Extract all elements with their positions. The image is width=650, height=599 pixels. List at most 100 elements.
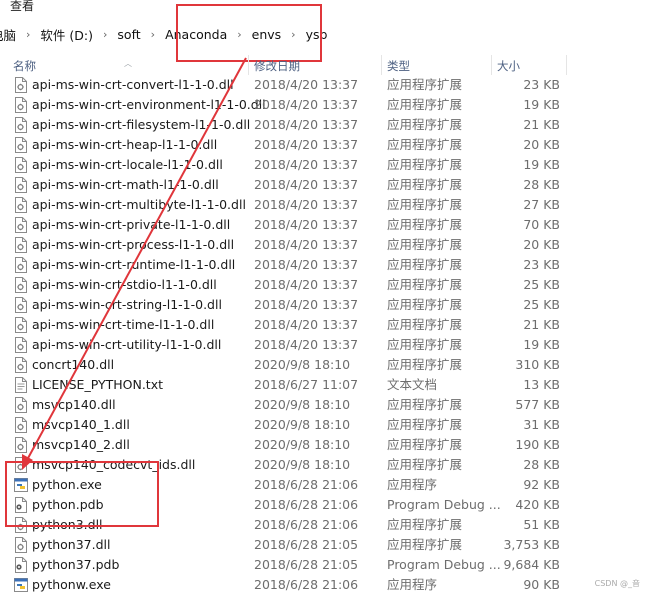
file-type: 应用程序扩展 xyxy=(387,517,463,532)
file-row[interactable]: msvcp140_codecvt_ids.dll 2020/9/8 18:10 应用… xyxy=(0,455,650,475)
column-header-name[interactable]: 名称 xyxy=(13,58,36,74)
file-row[interactable]: api-ms-win-crt-time-l1-1-0.dll 2018/4/20 … xyxy=(0,315,650,335)
file-name: api-ms-win-crt-stdio-l1-1-0.dll xyxy=(32,277,217,292)
file-row[interactable]: python.pdb 2018/6/28 21:06 Program Debug .… xyxy=(0,495,650,515)
file-row[interactable]: api-ms-win-crt-math-l1-1-0.dll 2018/4/20 … xyxy=(0,175,650,195)
file-row[interactable]: python37.dll 2018/6/28 21:05 应用程序扩展 3,753 K… xyxy=(0,535,650,555)
file-modified-date: 2020/9/8 18:10 xyxy=(254,357,351,372)
file-modified-date: 2018/6/28 21:06 xyxy=(254,497,359,512)
file-row[interactable]: api-ms-win-crt-utility-l1-1-0.dll 2018/4/… xyxy=(0,335,650,355)
dll-file-icon xyxy=(14,317,28,333)
file-row[interactable]: msvcp140_2.dll 2020/9/8 18:10 应用程序扩展 190 KB xyxy=(0,435,650,455)
file-row[interactable]: api-ms-win-crt-filesystem-l1-1-0.dll 2018… xyxy=(0,115,650,135)
chevron-right-icon: › xyxy=(237,27,242,41)
file-name: msvcp140_1.dll xyxy=(32,417,130,432)
file-size: 3,753 KB xyxy=(503,537,560,552)
file-type: Program Debug ... xyxy=(387,497,501,512)
breadcrumb-envs[interactable]: envs xyxy=(249,27,285,42)
file-row[interactable]: api-ms-win-crt-private-l1-1-0.dll 2018/4/… xyxy=(0,215,650,235)
python-exe-icon xyxy=(14,477,28,493)
file-name: api-ms-win-crt-string-l1-1-0.dll xyxy=(32,297,222,312)
column-divider[interactable] xyxy=(566,55,567,75)
dll-file-icon xyxy=(14,237,28,253)
dll-file-icon xyxy=(14,257,28,273)
file-modified-date: 2020/9/8 18:10 xyxy=(254,457,351,472)
file-modified-date: 2018/4/20 13:37 xyxy=(254,97,359,112)
address-bar[interactable]: 电脑 › 软件 (D:) › soft › Anaconda › envs › … xyxy=(0,20,650,48)
breadcrumb-this-pc[interactable]: 电脑 xyxy=(0,25,19,44)
breadcrumb-soft[interactable]: soft xyxy=(114,27,143,42)
breadcrumb-ysp[interactable]: ysp xyxy=(303,27,331,42)
column-header-type[interactable]: 类型 xyxy=(387,58,410,74)
column-header-modified[interactable]: 修改日期 xyxy=(254,58,300,74)
file-row[interactable]: python3.dll 2018/6/28 21:06 应用程序扩展 51 KB xyxy=(0,515,650,535)
dll-file-icon xyxy=(14,457,28,473)
file-name: msvcp140.dll xyxy=(32,397,116,412)
file-name: concrt140.dll xyxy=(32,357,115,372)
dll-file-icon xyxy=(14,397,28,413)
chevron-right-icon: › xyxy=(103,27,108,41)
file-row[interactable]: api-ms-win-crt-heap-l1-1-0.dll 2018/4/20 … xyxy=(0,135,650,155)
file-type: 应用程序扩展 xyxy=(387,457,463,472)
chevron-right-icon: › xyxy=(26,27,31,41)
file-row[interactable]: python37.pdb 2018/6/28 21:05 Program Debug… xyxy=(0,555,650,575)
dll-file-icon xyxy=(14,337,28,353)
file-name: api-ms-win-crt-heap-l1-1-0.dll xyxy=(32,137,218,152)
dll-file-icon xyxy=(14,517,28,533)
file-row[interactable]: api-ms-win-crt-stdio-l1-1-0.dll 2018/4/20… xyxy=(0,275,650,295)
file-modified-date: 2018/4/20 13:37 xyxy=(254,277,359,292)
file-size: 28 KB xyxy=(523,457,560,472)
file-type: 应用程序扩展 xyxy=(387,257,463,272)
file-name: pythonw.exe xyxy=(32,577,111,592)
file-size: 577 KB xyxy=(515,397,560,412)
file-row[interactable]: pythonw.exe 2018/6/28 21:06 应用程序 90 KB xyxy=(0,575,650,595)
file-row[interactable]: api-ms-win-crt-convert-l1-1-0.dll 2018/4/… xyxy=(0,75,650,95)
python-exe-icon xyxy=(14,577,28,593)
file-row[interactable]: python.exe 2018/6/28 21:06 应用程序 92 KB xyxy=(0,475,650,495)
chevron-right-icon: › xyxy=(291,27,296,41)
file-row[interactable]: api-ms-win-crt-string-l1-1-0.dll 2018/4/2… xyxy=(0,295,650,315)
file-modified-date: 2018/4/20 13:37 xyxy=(254,237,359,252)
file-row[interactable]: LICENSE_PYTHON.txt 2018/6/27 11:07 文本文档 13 … xyxy=(0,375,650,395)
file-size: 21 KB xyxy=(523,317,560,332)
file-type: 应用程序扩展 xyxy=(387,357,463,372)
dll-file-icon xyxy=(14,297,28,313)
column-divider[interactable] xyxy=(381,55,382,75)
file-name: api-ms-win-crt-multibyte-l1-1-0.dll xyxy=(32,197,246,212)
file-row[interactable]: api-ms-win-crt-locale-l1-1-0.dll 2018/4/2… xyxy=(0,155,650,175)
text-file-icon xyxy=(14,377,28,393)
file-size: 20 KB xyxy=(523,137,560,152)
file-type: 应用程序扩展 xyxy=(387,137,463,152)
file-row[interactable]: api-ms-win-crt-process-l1-1-0.dll 2018/4/… xyxy=(0,235,650,255)
file-name: python3.dll xyxy=(32,517,103,532)
column-divider[interactable] xyxy=(491,55,492,75)
file-row[interactable]: concrt140.dll 2020/9/8 18:10 应用程序扩展 310 KB xyxy=(0,355,650,375)
file-type: 应用程序扩展 xyxy=(387,417,463,432)
breadcrumb-drive-d[interactable]: 软件 (D:) xyxy=(37,25,96,44)
dll-file-icon xyxy=(14,217,28,233)
file-name: LICENSE_PYTHON.txt xyxy=(32,377,164,392)
file-modified-date: 2018/4/20 13:37 xyxy=(254,137,359,152)
file-type: 应用程序扩展 xyxy=(387,537,463,552)
file-row[interactable]: api-ms-win-crt-environment-l1-1-0.dll 201… xyxy=(0,95,650,115)
file-size: 25 KB xyxy=(523,277,560,292)
file-list: api-ms-win-crt-convert-l1-1-0.dll 2018/4/… xyxy=(0,75,650,595)
file-modified-date: 2018/4/20 13:37 xyxy=(254,117,359,132)
file-row[interactable]: msvcp140.dll 2020/9/8 18:10 应用程序扩展 577 KB xyxy=(0,395,650,415)
file-size: 420 KB xyxy=(515,497,560,512)
column-header-size[interactable]: 大小 xyxy=(497,58,520,74)
column-divider[interactable] xyxy=(248,55,249,75)
file-type: 应用程序扩展 xyxy=(387,437,463,452)
watermark: CSDN @_音 xyxy=(594,579,640,588)
breadcrumb-anaconda[interactable]: Anaconda xyxy=(162,27,230,42)
file-modified-date: 2018/4/20 13:37 xyxy=(254,217,359,232)
file-row[interactable]: api-ms-win-crt-runtime-l1-1-0.dll 2018/4/… xyxy=(0,255,650,275)
ribbon-tab-view[interactable]: 查看 xyxy=(10,0,34,14)
file-type: 应用程序扩展 xyxy=(387,397,463,412)
dll-file-icon xyxy=(14,157,28,173)
file-row[interactable]: api-ms-win-crt-multibyte-l1-1-0.dll 2018/… xyxy=(0,195,650,215)
file-size: 310 KB xyxy=(515,357,560,372)
file-modified-date: 2020/9/8 18:10 xyxy=(254,417,351,432)
file-type: 应用程序扩展 xyxy=(387,217,463,232)
file-row[interactable]: msvcp140_1.dll 2020/9/8 18:10 应用程序扩展 31 KB xyxy=(0,415,650,435)
